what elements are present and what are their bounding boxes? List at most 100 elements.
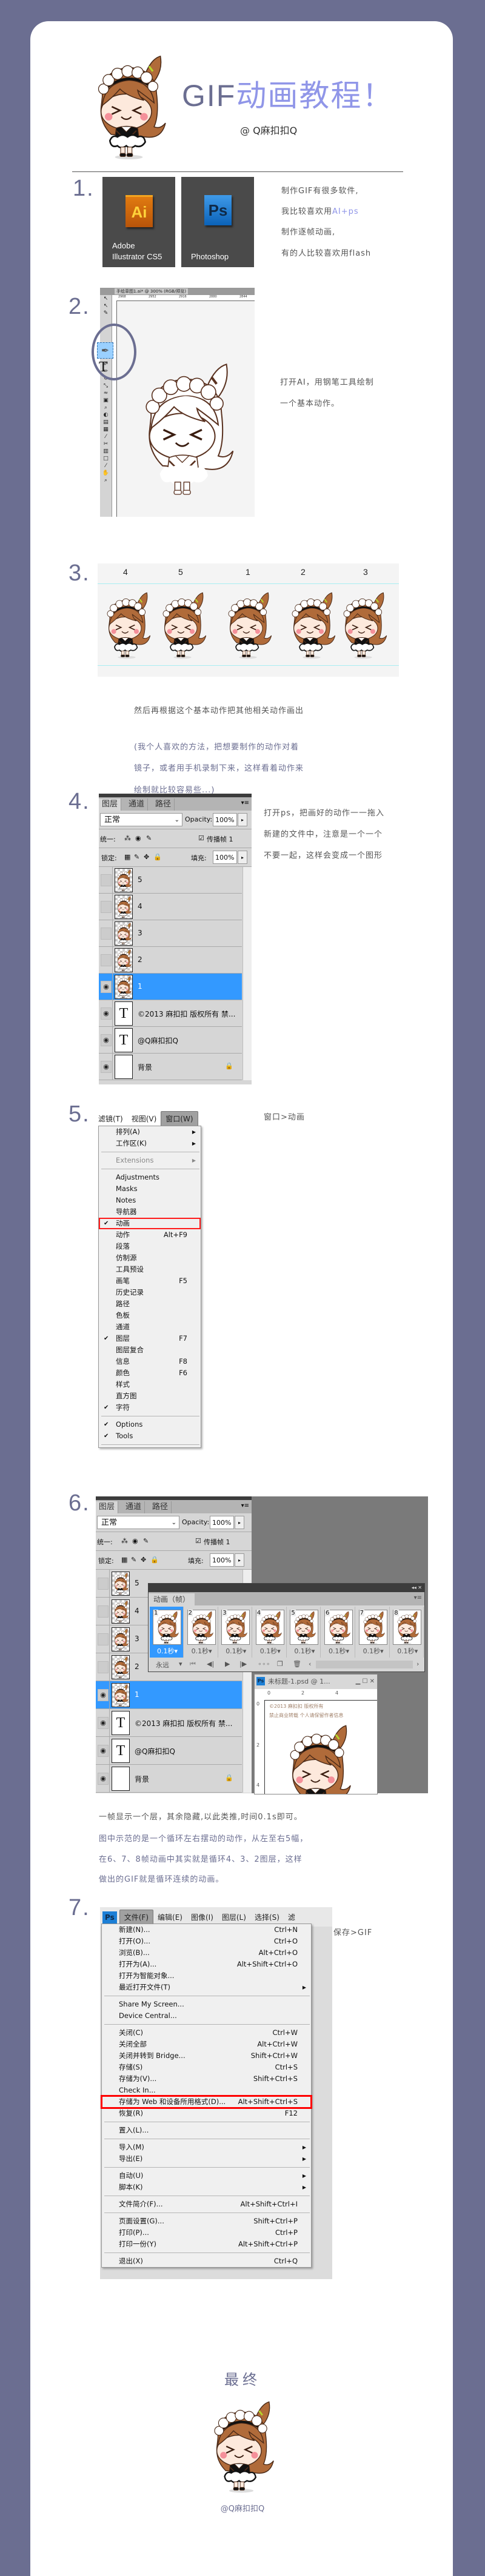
lock-position-icon[interactable]: ✥ (141, 1556, 146, 1564)
document-tab[interactable]: 手绘草图1.ai* @ 300% (RGB/预览) (115, 288, 189, 294)
duplicate-frame-icon[interactable]: ❐ (277, 1660, 283, 1668)
layer-row[interactable]: ◉ T ©2013 麻扣扣 版权所有 禁... (96, 1709, 242, 1737)
menu-item[interactable]: 样式 (99, 1379, 201, 1390)
unify-position-icon[interactable]: ⁂ (121, 1537, 128, 1545)
tab-animation-frames[interactable]: 动画（帧） (149, 1593, 195, 1605)
layer-row[interactable]: ◉ 1 (99, 974, 242, 1000)
lock-transparency-icon[interactable]: ▦ (124, 853, 130, 861)
tab-2[interactable]: 路径 (152, 798, 175, 811)
menu-item[interactable]: 置入(L)... (102, 2125, 311, 2136)
frame-delay-select[interactable]: 0.1秒▾ (329, 1646, 349, 1656)
menu-item[interactable]: 直方图 (99, 1390, 201, 1402)
frame-delay-select[interactable]: 0.1秒▾ (294, 1646, 315, 1656)
eye-icon[interactable]: ◉ (101, 1061, 112, 1073)
layer-row[interactable]: ◉ 1 (96, 1681, 242, 1709)
menu-item[interactable]: 存储为(V)... Shift+Ctrl+S (102, 2073, 311, 2085)
scroll-left-icon[interactable]: ‹ (309, 1660, 311, 1668)
menu-item[interactable]: Check In... (102, 2085, 311, 2096)
horizontal-scrollbar[interactable] (316, 1661, 413, 1668)
layer-row[interactable]: 2 (99, 947, 242, 974)
menu-item[interactable]: 打开(O)... Ctrl+O (102, 1936, 311, 1947)
menu-item[interactable]: 退出(X) Ctrl+Q (102, 2256, 311, 2267)
fill-slider-button[interactable]: ▸ (238, 851, 247, 864)
eye-icon[interactable]: ◉ (101, 1007, 112, 1020)
visibility-toggle[interactable] (101, 954, 112, 966)
menu-item[interactable]: Notes (99, 1195, 201, 1206)
loop-select[interactable]: 永远 (156, 1660, 169, 1670)
visibility-toggle[interactable] (98, 1578, 109, 1590)
animation-frame[interactable]: 3 0.1秒▾ (218, 1607, 253, 1658)
visibility-toggle[interactable] (98, 1661, 109, 1673)
opacity-slider-button[interactable]: ▸ (238, 813, 247, 826)
menu-item[interactable]: 色板 (99, 1310, 201, 1321)
menu-item[interactable]: 历史记录 (99, 1287, 201, 1298)
menu-item[interactable]: 页面设置(G)... Shift+Ctrl+P (102, 2216, 311, 2227)
menu-filter[interactable]: 滤镜(T) (98, 1112, 127, 1126)
fill-input[interactable]: 100% (213, 851, 237, 864)
eye-icon[interactable]: ◉ (98, 1717, 109, 1729)
menu-item[interactable]: ✔ 字符 (99, 1402, 201, 1413)
delete-frame-icon[interactable]: 🗑 (293, 1660, 301, 1668)
layer-row[interactable]: ◉ T ©2013 麻扣扣 版权所有 禁... (99, 1000, 242, 1027)
menu-item[interactable]: 关闭并转到 Bridge... Shift+Ctrl+W (102, 2050, 311, 2062)
zoom-tool-icon[interactable]: ⌕ (100, 404, 112, 411)
scale-tool-icon[interactable]: ⤡ (100, 382, 112, 390)
frame-delay-select[interactable]: 0.1秒▾ (192, 1646, 212, 1656)
menu-filter[interactable]: 滤 (284, 1910, 299, 1925)
tab-1[interactable]: 通道 (125, 798, 149, 811)
menu-item[interactable]: 工具预设 (99, 1264, 201, 1275)
menu-item[interactable]: 关闭全部 Alt+Ctrl+W (102, 2039, 311, 2050)
fill-slider-button[interactable]: ▸ (235, 1553, 244, 1567)
frame-delay-select[interactable]: 0.1秒▾ (226, 1646, 246, 1656)
tween-icon[interactable]: ∘∘∘ (258, 1660, 270, 1668)
frame-delay-select[interactable]: 0.1秒▾ (363, 1646, 384, 1656)
menu-item[interactable]: 动作 Alt+F9 (99, 1229, 201, 1241)
hand-tool-icon[interactable]: ✋ (100, 470, 112, 477)
play-icon[interactable]: ▶ (225, 1660, 230, 1668)
animation-frame[interactable]: 4 0.1秒▾ (253, 1607, 287, 1658)
gradient-tool-icon[interactable]: ▤ (100, 419, 112, 426)
menu-item[interactable]: 脚本(K) ▶ (102, 2182, 311, 2193)
artboard-icon[interactable]: □ (100, 455, 112, 462)
panel-menu-icon[interactable]: ▾≡ (241, 800, 249, 806)
animation-frame[interactable]: 6 0.1秒▾ (321, 1607, 355, 1658)
layer-row[interactable]: 3 (99, 920, 242, 947)
tab-2[interactable]: 路径 (149, 1501, 172, 1513)
graph-tool-icon[interactable]: ▥ (100, 448, 112, 455)
menu-item[interactable]: Masks (99, 1183, 201, 1195)
visibility-toggle[interactable] (101, 874, 112, 886)
menu-item[interactable]: 信息 F8 (99, 1356, 201, 1367)
layers-scrollbar[interactable] (242, 867, 252, 1080)
animation-frame[interactable]: 1 0.1秒▾ (150, 1607, 184, 1658)
menu-item[interactable]: Device Central... (102, 2010, 311, 2022)
propagate-checkbox[interactable]: ☑ (198, 834, 204, 842)
animation-frame[interactable]: 2 0.1秒▾ (184, 1607, 218, 1658)
menu-item[interactable]: 导出(E) ▶ (102, 2153, 311, 2165)
menu-item[interactable]: 打印(P)... Ctrl+P (102, 2227, 311, 2239)
lock-all-icon[interactable]: 🔒 (153, 853, 162, 861)
visibility-toggle[interactable] (101, 928, 112, 940)
menu-item[interactable]: Extensions ▶ (99, 1155, 201, 1166)
menu-item[interactable]: 段落 (99, 1241, 201, 1252)
eye-icon[interactable]: ◉ (98, 1745, 109, 1757)
menu-item[interactable]: 打印一份(Y) Alt+Shift+Ctrl+P (102, 2239, 311, 2250)
eye-icon[interactable]: ◉ (98, 1689, 109, 1701)
menu-item[interactable]: Adjustments (99, 1172, 201, 1183)
menu-item[interactable]: 导入(M) ▶ (102, 2142, 311, 2153)
collapse-icon[interactable]: ◂◂ (412, 1585, 416, 1590)
opacity-slider-button[interactable]: ▸ (235, 1516, 244, 1529)
animation-frame[interactable]: 8 0.1秒▾ (390, 1607, 424, 1658)
tab-1[interactable]: 通道 (122, 1501, 146, 1513)
menu-item[interactable]: 浏览(B)... Alt+Ctrl+O (102, 1947, 311, 1959)
scroll-right-icon[interactable]: › (416, 1660, 419, 1668)
menu-item[interactable]: 关闭(C) Ctrl+W (102, 2027, 311, 2039)
blend-mode-select[interactable]: 正常 ⌄ (100, 813, 182, 826)
direct-selection-icon[interactable]: ↖ (100, 302, 112, 310)
lock-transparency-icon[interactable]: ▦ (121, 1556, 127, 1564)
zoom-icon[interactable]: ⌕ (100, 477, 112, 484)
menu-image[interactable]: 图像(I) (187, 1910, 218, 1925)
unify-style-icon[interactable]: ✎ (143, 1537, 149, 1545)
menu-layer[interactable]: 图层(L) (218, 1910, 250, 1925)
menu-item[interactable]: 存储为 Web 和设备所用格式(D)... Alt+Shift+Ctrl+S (101, 2095, 312, 2109)
eyedropper-icon[interactable]: ⁄ (100, 433, 112, 440)
